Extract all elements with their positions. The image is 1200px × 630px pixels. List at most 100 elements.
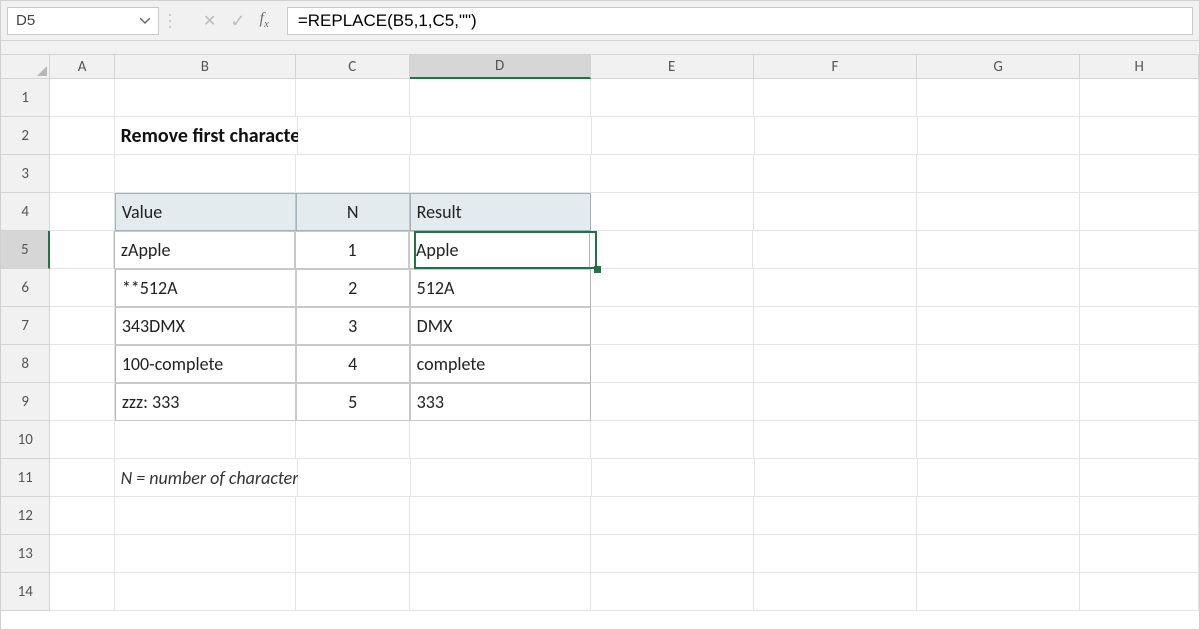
cell[interactable] (296, 421, 410, 459)
table-header-n[interactable]: N (296, 193, 410, 231)
row-header[interactable]: 1 (1, 79, 50, 117)
cell[interactable] (755, 117, 918, 155)
cell[interactable] (50, 79, 114, 117)
cell[interactable] (591, 79, 754, 117)
cell[interactable] (1080, 383, 1199, 421)
cancel-icon[interactable]: ✕ (203, 11, 216, 31)
cell[interactable] (917, 231, 1080, 269)
row-header[interactable]: 3 (1, 155, 50, 193)
cell[interactable] (917, 79, 1080, 117)
cell[interactable] (410, 573, 591, 611)
cell[interactable] (591, 193, 754, 231)
cell[interactable] (591, 497, 754, 535)
table-cell-result[interactable]: DMX (410, 307, 591, 345)
row-header[interactable]: 13 (1, 535, 50, 573)
cell[interactable] (115, 79, 296, 117)
table-cell-result[interactable]: complete (410, 345, 591, 383)
cell[interactable]: Remove first character (115, 117, 298, 155)
cell[interactable] (917, 345, 1080, 383)
cell[interactable] (1080, 307, 1199, 345)
cell[interactable] (754, 573, 917, 611)
cell[interactable] (296, 155, 410, 193)
cell[interactable] (591, 307, 754, 345)
table-cell-result[interactable]: 333 (410, 383, 591, 421)
cell[interactable] (754, 345, 917, 383)
cell[interactable] (753, 231, 916, 269)
col-header-D[interactable]: D (410, 55, 591, 79)
cell[interactable] (591, 421, 754, 459)
cell[interactable] (754, 383, 917, 421)
cell[interactable] (115, 421, 296, 459)
col-header-B[interactable]: B (115, 55, 296, 78)
cell[interactable] (115, 155, 296, 193)
cell[interactable] (754, 155, 917, 193)
cell[interactable] (590, 231, 753, 269)
cell[interactable] (754, 193, 917, 231)
chevron-down-icon[interactable] (134, 18, 156, 24)
cell[interactable] (50, 345, 114, 383)
cell[interactable] (115, 497, 296, 535)
cell[interactable] (591, 383, 754, 421)
cell[interactable] (411, 459, 592, 497)
cell[interactable] (754, 269, 917, 307)
cell[interactable] (411, 117, 592, 155)
cell[interactable] (592, 117, 755, 155)
cell[interactable] (410, 421, 591, 459)
cell[interactable] (50, 535, 114, 573)
col-header-F[interactable]: F (754, 55, 917, 78)
table-cell-n[interactable]: 2 (296, 269, 410, 307)
cell[interactable] (296, 535, 410, 573)
table-cell-value[interactable]: 100-complete (115, 345, 296, 383)
cell[interactable] (917, 421, 1080, 459)
select-all-corner[interactable] (1, 55, 50, 78)
cell[interactable] (296, 79, 410, 117)
col-header-A[interactable]: A (50, 55, 114, 78)
table-cell-n[interactable]: 1 (295, 231, 409, 269)
table-header-result[interactable]: Result (410, 193, 591, 231)
row-header[interactable]: 9 (1, 383, 50, 421)
col-header-C[interactable]: C (296, 55, 410, 78)
cell[interactable] (1080, 269, 1199, 307)
cell[interactable] (754, 421, 917, 459)
name-box[interactable] (8, 8, 134, 34)
cell[interactable] (917, 193, 1080, 231)
cell[interactable] (50, 117, 114, 155)
cell[interactable] (50, 307, 114, 345)
cell[interactable] (1080, 535, 1199, 573)
row-header[interactable]: 11 (1, 459, 50, 497)
col-header-H[interactable]: H (1080, 55, 1199, 78)
row-header[interactable]: 8 (1, 345, 50, 383)
cell[interactable] (918, 459, 1081, 497)
cell[interactable] (1080, 79, 1199, 117)
table-cell-n[interactable]: 3 (296, 307, 410, 345)
cell[interactable] (755, 459, 918, 497)
cell[interactable] (298, 459, 412, 497)
cell[interactable] (917, 269, 1080, 307)
cell[interactable] (591, 155, 754, 193)
cell[interactable] (50, 269, 114, 307)
cell[interactable] (50, 193, 114, 231)
cell[interactable] (50, 459, 114, 497)
cell[interactable] (298, 117, 412, 155)
cell[interactable] (918, 117, 1081, 155)
cell[interactable] (591, 535, 754, 573)
cell[interactable] (1080, 573, 1199, 611)
cell[interactable] (754, 535, 917, 573)
cell[interactable] (50, 573, 114, 611)
cell[interactable] (754, 497, 917, 535)
cell[interactable] (296, 497, 410, 535)
cell[interactable] (591, 573, 754, 611)
row-header[interactable]: 7 (1, 307, 50, 345)
cell[interactable] (49, 231, 113, 269)
cell[interactable] (1080, 155, 1199, 193)
table-cell-result[interactable]: Apple (409, 231, 590, 269)
cell[interactable] (1080, 345, 1199, 383)
cell[interactable] (591, 269, 754, 307)
cell[interactable] (917, 383, 1080, 421)
table-cell-value[interactable]: 343DMX (115, 307, 296, 345)
name-box-container[interactable] (7, 7, 159, 35)
cell[interactable] (115, 535, 296, 573)
table-cell-result[interactable]: 512A (410, 269, 591, 307)
row-header[interactable]: 2 (1, 117, 50, 155)
cell[interactable] (917, 535, 1080, 573)
